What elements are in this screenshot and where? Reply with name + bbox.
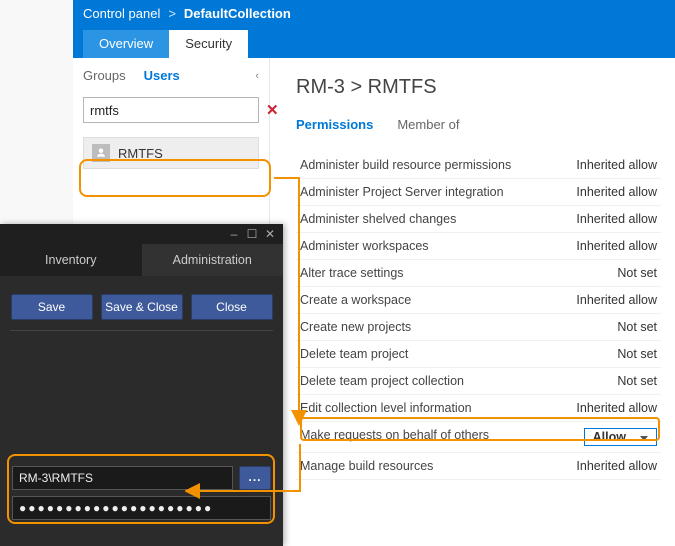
- permission-value[interactable]: Not set: [617, 320, 657, 334]
- permission-label: Alter trace settings: [300, 266, 404, 280]
- collapse-icon[interactable]: ‹: [255, 70, 259, 82]
- permission-label: Create a workspace: [300, 293, 411, 307]
- breadcrumb-sep: >: [168, 6, 176, 21]
- permission-row[interactable]: Administer shelved changes Inherited allo…: [296, 206, 661, 233]
- permission-label: Administer workspaces: [300, 239, 429, 253]
- permission-value[interactable]: Inherited allow: [576, 212, 657, 226]
- close-window-button[interactable]: ✕: [263, 227, 277, 241]
- permission-row[interactable]: Make requests on behalf of others Allow: [296, 422, 661, 453]
- tab-security[interactable]: Security: [169, 30, 248, 58]
- permission-value[interactable]: Allow: [584, 428, 657, 446]
- permission-value[interactable]: Inherited allow: [576, 401, 657, 415]
- permission-label: Delete team project: [300, 347, 408, 361]
- min-button[interactable]: –: [227, 227, 241, 241]
- permission-row[interactable]: Create new projects Not set: [296, 314, 661, 341]
- user-result-name: RMTFS: [118, 146, 163, 161]
- permission-row[interactable]: Delete team project Not set: [296, 341, 661, 368]
- permission-label: Administer build resource permissions: [300, 158, 511, 172]
- browse-user-button[interactable]: ...: [239, 466, 271, 490]
- entity-title: RM-3 > RMTFS: [296, 76, 661, 99]
- tab-memberof[interactable]: Member of: [397, 117, 459, 132]
- credential-block: ...: [12, 466, 271, 526]
- username-field[interactable]: [12, 466, 233, 490]
- breadcrumb: Control panel > DefaultCollection: [73, 0, 675, 26]
- subtab-groups[interactable]: Groups: [83, 68, 126, 83]
- permission-label: Make requests on behalf of others: [300, 428, 489, 446]
- permission-row[interactable]: Alter trace settings Not set: [296, 260, 661, 287]
- permission-value[interactable]: Inherited allow: [576, 185, 657, 199]
- permission-row[interactable]: Edit collection level information Inherit…: [296, 395, 661, 422]
- permission-value[interactable]: Not set: [617, 347, 657, 361]
- permission-row[interactable]: Create a workspace Inherited allow: [296, 287, 661, 314]
- permission-label: Administer Project Server integration: [300, 185, 504, 199]
- permission-row[interactable]: Delete team project collection Not set: [296, 368, 661, 395]
- top-tabs: Overview Security: [73, 26, 675, 58]
- permissions-panel: RM-3 > RMTFS Permissions Member of Admin…: [270, 58, 675, 546]
- permission-value[interactable]: Inherited allow: [576, 293, 657, 307]
- permission-value[interactable]: Inherited allow: [576, 239, 657, 253]
- max-button[interactable]: ☐: [245, 227, 259, 241]
- save-button[interactable]: Save: [11, 294, 93, 320]
- permission-label: Manage build resources: [300, 459, 433, 473]
- password-field[interactable]: [12, 496, 271, 520]
- permission-list: Administer build resource permissions Inh…: [296, 152, 661, 480]
- permission-value[interactable]: Inherited allow: [576, 459, 657, 473]
- permission-row[interactable]: Administer build resource permissions Inh…: [296, 152, 661, 179]
- permission-row[interactable]: Administer workspaces Inherited allow: [296, 233, 661, 260]
- clear-search-icon[interactable]: ✕: [266, 101, 279, 119]
- person-icon: [92, 144, 110, 162]
- tab-overview[interactable]: Overview: [83, 30, 169, 58]
- close-button[interactable]: Close: [191, 294, 273, 320]
- search-input[interactable]: [90, 103, 266, 118]
- subtab-users[interactable]: Users: [144, 68, 180, 83]
- permission-value[interactable]: Not set: [617, 266, 657, 280]
- permission-label: Delete team project collection: [300, 374, 464, 388]
- permission-value[interactable]: Inherited allow: [576, 158, 657, 172]
- permission-value[interactable]: Not set: [617, 374, 657, 388]
- tab-inventory[interactable]: Inventory: [0, 244, 142, 276]
- tab-permissions[interactable]: Permissions: [296, 117, 373, 132]
- permission-label: Administer shelved changes: [300, 212, 456, 226]
- permission-row[interactable]: Administer Project Server integration Inh…: [296, 179, 661, 206]
- tab-administration[interactable]: Administration: [142, 244, 284, 276]
- permission-label: Edit collection level information: [300, 401, 472, 415]
- user-result-row[interactable]: RMTFS: [83, 137, 259, 169]
- save-close-button[interactable]: Save & Close: [101, 294, 183, 320]
- permission-row[interactable]: Manage build resources Inherited allow: [296, 453, 661, 480]
- dark-config-dialog: – ☐ ✕ Inventory Administration Save Save…: [0, 224, 283, 546]
- search-box[interactable]: ✕: [83, 97, 259, 123]
- permission-label: Create new projects: [300, 320, 411, 334]
- divider: [10, 330, 273, 331]
- breadcrumb-current[interactable]: DefaultCollection: [184, 6, 291, 21]
- breadcrumb-root[interactable]: Control panel: [83, 6, 160, 21]
- titlebar: – ☐ ✕: [0, 224, 283, 244]
